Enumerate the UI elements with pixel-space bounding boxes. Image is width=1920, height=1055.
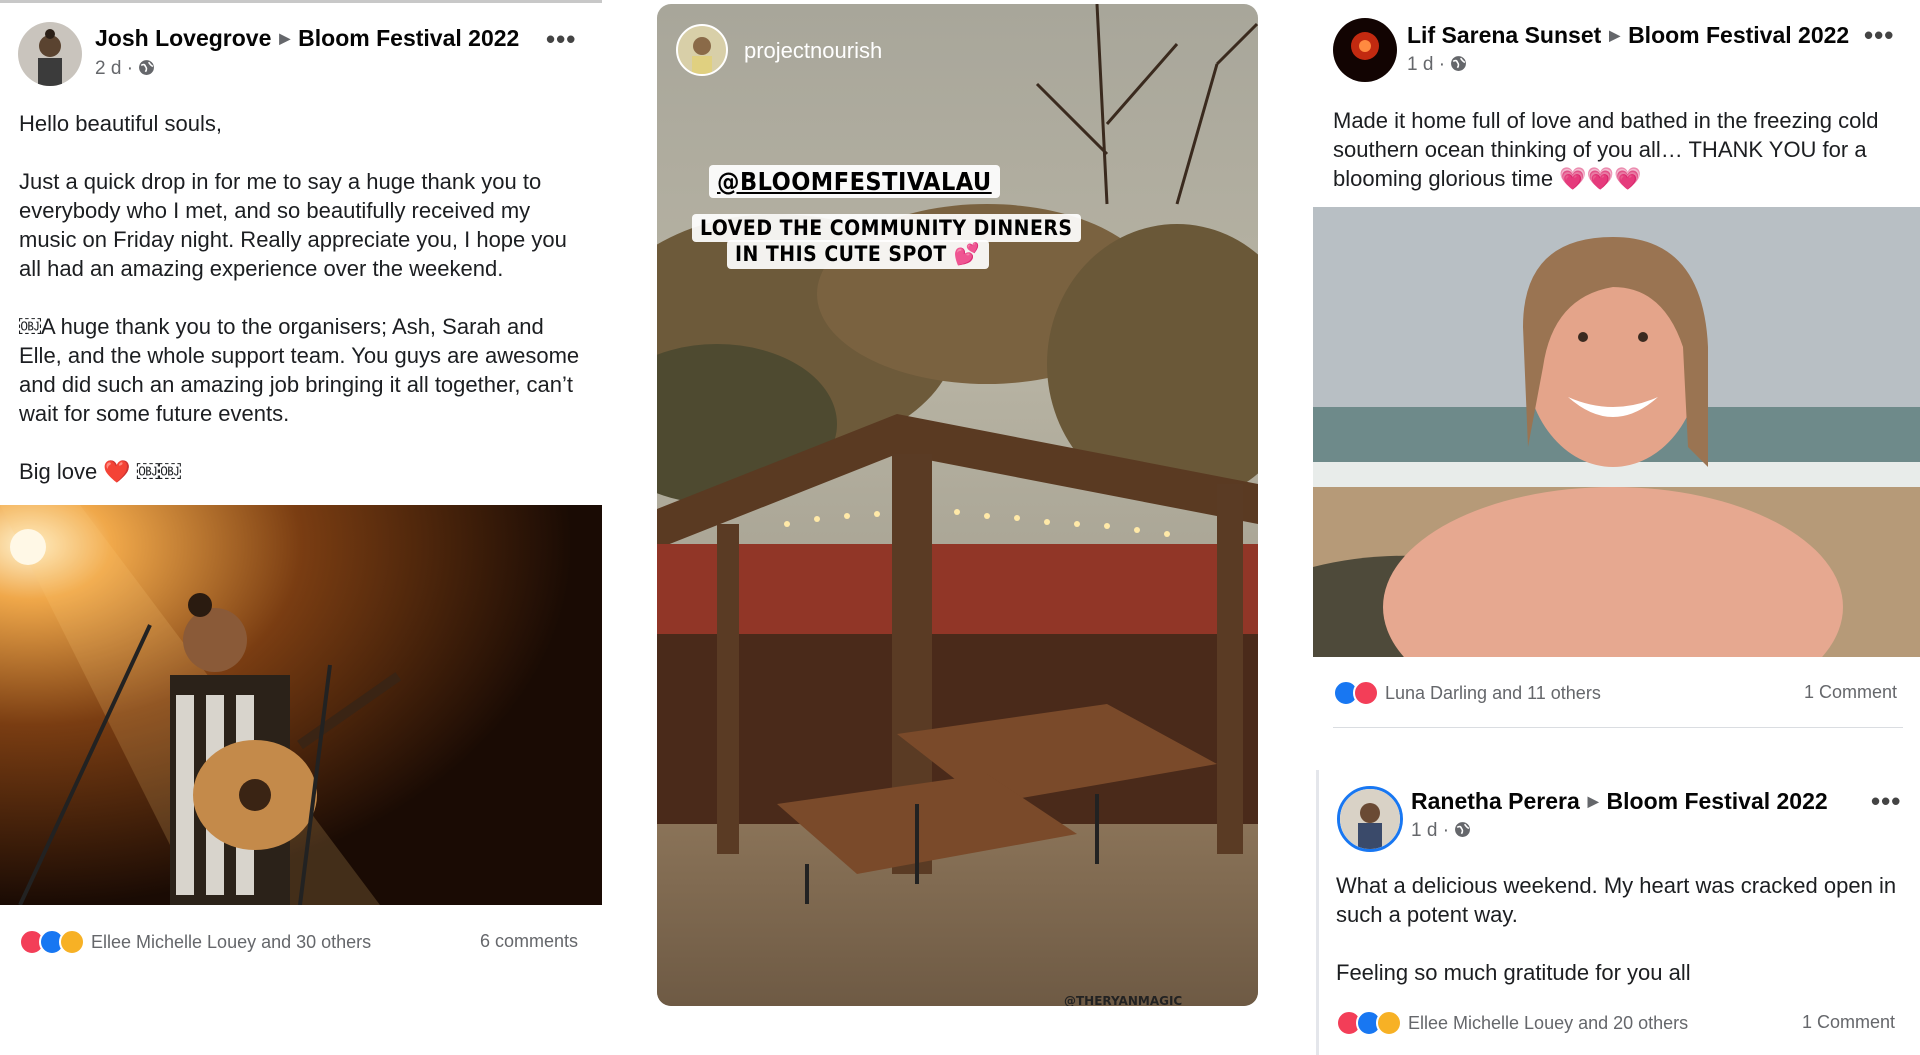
author-avatar[interactable] bbox=[18, 22, 82, 86]
story-watermark: @THERYANMAGIC bbox=[1064, 994, 1183, 1006]
post-meta: 1 d · bbox=[1411, 820, 1471, 842]
comments-count[interactable]: 6 comments bbox=[480, 931, 578, 952]
reactions-summary[interactable]: Ellee Michelle Louey and 30 others bbox=[19, 929, 371, 955]
reactions-summary[interactable]: Luna Darling and 11 others bbox=[1333, 680, 1601, 706]
story-photo bbox=[657, 4, 1258, 1006]
author-name[interactable]: Lif Sarena Sunset bbox=[1407, 22, 1601, 48]
post-body: Hello beautiful souls, Just a quick drop… bbox=[19, 109, 589, 486]
group-name[interactable]: Bloom Festival 2022 bbox=[1607, 788, 1828, 814]
post-paragraph: Feeling so much gratitude for you all bbox=[1336, 960, 1691, 985]
post-photo-concert[interactable] bbox=[0, 505, 602, 905]
post-meta: 1 d · bbox=[1407, 54, 1467, 76]
post-paragraph: Just a quick drop in for me to say a hug… bbox=[19, 169, 567, 281]
reactions-summary[interactable]: Ellee Michelle Louey and 20 others bbox=[1336, 1010, 1688, 1036]
globe-icon bbox=[139, 60, 155, 75]
post-time[interactable]: 1 d bbox=[1411, 820, 1437, 841]
story-caption-line-2: IN THIS CUTE SPOT 💕 bbox=[727, 240, 989, 269]
author-avatar[interactable] bbox=[1337, 786, 1403, 852]
post-divider bbox=[1333, 727, 1903, 728]
post-josh-lovegrove: Josh Lovegrove ▶ Bloom Festival 2022 2 d ·… bbox=[0, 0, 602, 1055]
post-left-border bbox=[1316, 770, 1319, 1055]
arrow-right-icon: ▶ bbox=[1609, 27, 1621, 43]
post-ranetha-perera: Ranetha Perera ▶ Bloom Festival 2022 1 d ·… bbox=[1316, 770, 1920, 1055]
globe-icon bbox=[1455, 822, 1471, 837]
post-time[interactable]: 1 d bbox=[1407, 54, 1433, 75]
post-photo-beach[interactable] bbox=[1313, 207, 1920, 657]
author-name[interactable]: Josh Lovegrove bbox=[95, 25, 271, 51]
post-paragraph: Big love ❤️ ￼￼ bbox=[19, 459, 181, 484]
story-caption-line-1: LOVED THE COMMUNITY DINNERS bbox=[692, 214, 1081, 242]
more-options-button[interactable]: ••• bbox=[546, 26, 576, 52]
post-paragraph: What a delicious weekend. My heart was c… bbox=[1336, 873, 1897, 927]
story-mention-sticker[interactable]: @BLOOMFESTIVALAU bbox=[709, 165, 1000, 198]
globe-icon bbox=[1451, 56, 1467, 71]
group-name[interactable]: Bloom Festival 2022 bbox=[298, 25, 519, 51]
reactions-text: Luna Darling and 11 others bbox=[1385, 682, 1601, 703]
post-meta: 2 d · bbox=[95, 58, 155, 80]
story-user-avatar[interactable] bbox=[676, 24, 728, 76]
more-options-button[interactable]: ••• bbox=[1871, 788, 1901, 814]
post-time[interactable]: 2 d bbox=[95, 58, 121, 79]
arrow-right-icon: ▶ bbox=[1587, 793, 1599, 809]
care-reaction-icon bbox=[1376, 1010, 1402, 1036]
instagram-story[interactable]: projectnourish @BLOOMFESTIVALAU LOVED TH… bbox=[657, 4, 1258, 1006]
care-reaction-icon bbox=[59, 929, 85, 955]
post-author-line: Ranetha Perera ▶ Bloom Festival 2022 bbox=[1411, 788, 1828, 815]
more-options-button[interactable]: ••• bbox=[1864, 22, 1894, 48]
post-body: What a delicious weekend. My heart was c… bbox=[1336, 871, 1906, 987]
group-name[interactable]: Bloom Festival 2022 bbox=[1628, 22, 1849, 48]
post-paragraph: Hello beautiful souls, bbox=[19, 111, 223, 136]
author-name[interactable]: Ranetha Perera bbox=[1411, 788, 1580, 814]
comments-count[interactable]: 1 Comment bbox=[1804, 682, 1897, 703]
reactions-text: Ellee Michelle Louey and 20 others bbox=[1408, 1012, 1689, 1033]
arrow-right-icon: ▶ bbox=[279, 30, 291, 46]
post-lif-sarena-sunset: Lif Sarena Sunset ▶ Bloom Festival 2022 1 … bbox=[1313, 0, 1920, 740]
post-body: Made it home full of love and bathed in … bbox=[1333, 106, 1903, 193]
post-paragraph: Made it home full of love and bathed in … bbox=[1333, 108, 1879, 191]
post-author-line: Josh Lovegrove ▶ Bloom Festival 2022 bbox=[95, 25, 519, 52]
love-reaction-icon bbox=[1353, 680, 1379, 706]
story-username[interactable]: projectnourish bbox=[744, 38, 882, 64]
author-avatar[interactable] bbox=[1333, 18, 1397, 82]
post-paragraph: ￼A huge thank you to the organisers; Ash… bbox=[19, 314, 580, 426]
comments-count[interactable]: 1 Comment bbox=[1802, 1012, 1895, 1033]
top-scroll-edge bbox=[0, 0, 602, 3]
post-author-line: Lif Sarena Sunset ▶ Bloom Festival 2022 bbox=[1407, 22, 1849, 49]
reactions-text: Ellee Michelle Louey and 30 others bbox=[91, 931, 372, 952]
